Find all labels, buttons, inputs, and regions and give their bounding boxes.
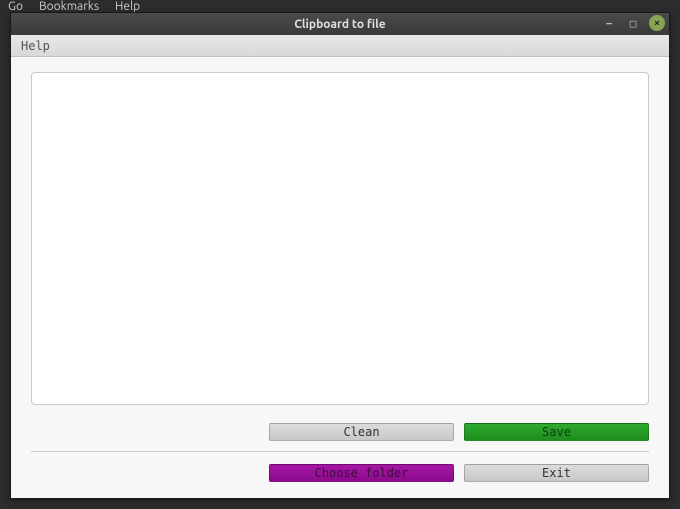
button-row-2: Choose folder Exit <box>31 464 649 482</box>
button-row-1: Clean Save <box>31 423 649 441</box>
window-title: Clipboard to file <box>294 18 385 31</box>
desktop-menubar: Go Bookmarks Help <box>0 0 680 12</box>
save-button[interactable]: Save <box>464 423 649 441</box>
window-controls: − □ × <box>601 15 665 31</box>
clean-button[interactable]: Clean <box>269 423 454 441</box>
minimize-button[interactable]: − <box>601 15 617 31</box>
divider <box>31 451 649 452</box>
exit-button[interactable]: Exit <box>464 464 649 482</box>
app-menubar: Help <box>11 35 669 57</box>
titlebar[interactable]: Clipboard to file − □ × <box>11 13 669 35</box>
maximize-button[interactable]: □ <box>625 15 641 31</box>
choose-folder-button[interactable]: Choose folder <box>269 464 454 482</box>
clipboard-textarea[interactable] <box>31 72 649 405</box>
content-area: Clean Save Choose folder Exit <box>11 57 669 498</box>
close-button[interactable]: × <box>649 15 665 31</box>
dialog-window: Clipboard to file − □ × Help Clean Save … <box>10 12 670 499</box>
app-menu-help[interactable]: Help <box>21 39 50 53</box>
